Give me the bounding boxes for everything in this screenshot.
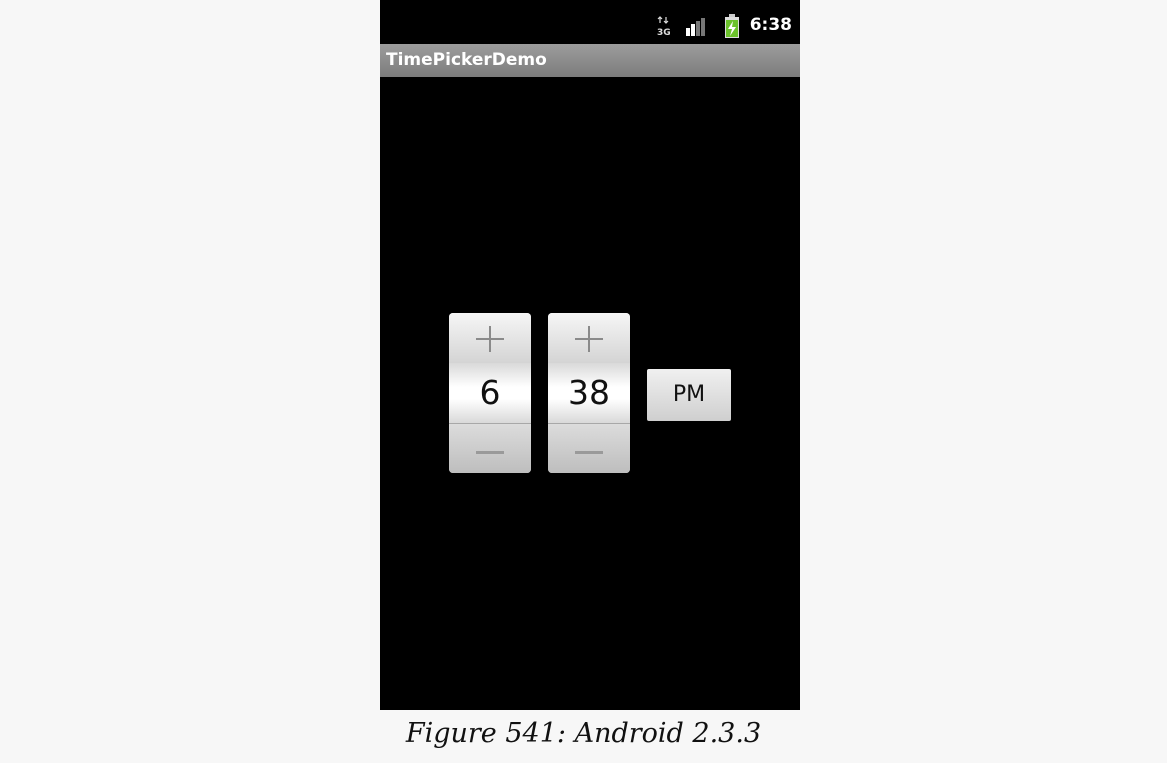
figure-caption: Figure 541: Android 2.3.3 xyxy=(405,718,762,749)
am-pm-toggle-button[interactable]: PM xyxy=(647,369,731,421)
battery-charging-icon xyxy=(725,14,739,38)
hour-increment-button[interactable] xyxy=(449,313,531,364)
minute-increment-button[interactable] xyxy=(548,313,630,364)
signal-icon xyxy=(686,18,705,36)
status-time: 6:38 xyxy=(749,15,792,35)
minus-icon xyxy=(575,451,603,454)
status-bar: 3G 6:38 xyxy=(380,0,800,44)
app-title: TimePickerDemo xyxy=(386,50,547,70)
network-3g-icon: 3G xyxy=(657,16,671,36)
hour-decrement-button[interactable] xyxy=(449,423,531,473)
minute-value[interactable]: 38 xyxy=(548,363,630,423)
minus-icon xyxy=(476,451,504,454)
svg-text:3G: 3G xyxy=(657,28,671,36)
hour-value[interactable]: 6 xyxy=(449,363,531,423)
minute-picker: 38 xyxy=(548,313,630,473)
minute-decrement-button[interactable] xyxy=(548,423,630,473)
hour-picker: 6 xyxy=(449,313,531,473)
phone-screen: 3G 6:38 TimePickerDemo 6 38 PM xyxy=(380,0,800,710)
title-bar: TimePickerDemo xyxy=(380,44,800,77)
